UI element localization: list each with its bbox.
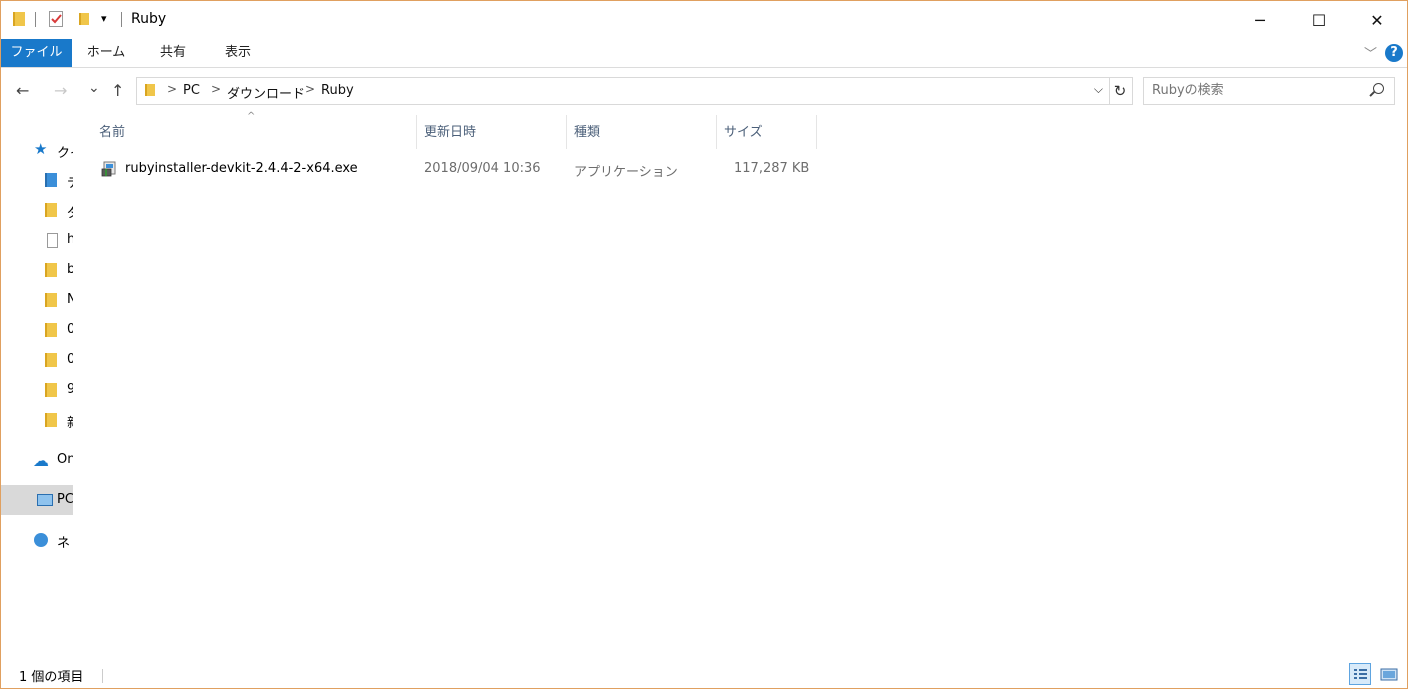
column-divider[interactable]	[566, 115, 567, 149]
search-box[interactable]	[1143, 77, 1395, 105]
column-header-size[interactable]: サイズ	[724, 121, 814, 151]
column-divider[interactable]	[816, 115, 817, 149]
new-folder-icon[interactable]	[79, 13, 89, 25]
cloud-icon: ☁	[33, 451, 49, 470]
nav-label: b	[67, 262, 73, 277]
tab-file[interactable]: ファイル	[1, 39, 72, 67]
window-title: Ruby	[131, 11, 167, 27]
column-header-name[interactable]: 名前	[99, 121, 415, 151]
nav-item-document[interactable]: h	[1, 225, 73, 255]
nav-item-b[interactable]: b	[1, 255, 73, 285]
nav-item-0b[interactable]: 0	[1, 345, 73, 375]
column-divider[interactable]	[416, 115, 417, 149]
address-dropdown-icon[interactable]: ⌵	[1094, 82, 1103, 97]
computer-icon	[37, 494, 53, 506]
expand-ribbon-icon[interactable]: ﹀	[1364, 43, 1377, 62]
status-divider	[102, 669, 103, 683]
nav-item-n[interactable]: N	[1, 285, 73, 315]
nav-pc[interactable]: PC	[1, 485, 73, 515]
folder-icon	[45, 383, 57, 397]
folder-icon	[45, 293, 57, 307]
folder-icon	[13, 12, 25, 26]
toolbar-separator	[35, 12, 36, 27]
search-input[interactable]	[1152, 81, 1362, 99]
desktop-icon	[45, 173, 57, 187]
explorer-window: ▾ Ruby ─ ☐ ✕ ファイル ホーム 共有 表示 ﹀ ? ← → ⌄ ↑ …	[0, 0, 1408, 689]
details-view-icon	[1354, 669, 1367, 679]
star-icon: ★	[34, 140, 48, 158]
search-icon[interactable]	[1373, 83, 1384, 94]
customize-toolbar-dropdown[interactable]: ▾	[101, 12, 107, 25]
breadcrumb-pc[interactable]: PC	[183, 83, 200, 98]
folder-icon	[145, 84, 155, 96]
nav-label: h	[67, 232, 73, 247]
document-icon	[47, 233, 58, 248]
large-icons-view-button[interactable]	[1378, 663, 1400, 685]
column-header-type[interactable]: 種類	[574, 121, 714, 151]
breadcrumb-downloads[interactable]: ダウンロード	[227, 83, 305, 102]
installer-icon	[101, 160, 117, 177]
back-button[interactable]: ←	[16, 81, 29, 100]
nav-label: デ	[67, 172, 73, 191]
nav-label: クイ	[57, 146, 73, 161]
nav-label: On	[57, 452, 73, 467]
large-icons-view-icon	[1380, 668, 1398, 681]
file-name: rubyinstaller-devkit-2.4.4-2-x64.exe	[125, 161, 358, 176]
details-view-button[interactable]	[1349, 663, 1371, 685]
nav-item-9[interactable]: 9	[1, 375, 73, 405]
title-bar: ▾ Ruby ─ ☐ ✕	[1, 1, 1407, 39]
nav-label: N	[67, 292, 73, 307]
nav-onedrive[interactable]: ☁ On	[1, 445, 73, 475]
folder-icon	[45, 323, 57, 337]
nav-item-downloads[interactable]: ダ	[1, 195, 73, 225]
item-count: 1 個の項目	[19, 670, 84, 685]
breadcrumb-ruby[interactable]: Ruby	[321, 83, 354, 98]
up-button[interactable]: ↑	[111, 81, 124, 100]
column-header-modified[interactable]: 更新日時	[424, 121, 564, 151]
tab-view[interactable]: 表示	[211, 39, 265, 67]
folder-icon	[45, 413, 57, 427]
file-list: ^ 名前 更新日時 種類 サイズ rubyinstaller-devkit-2.…	[75, 111, 1405, 658]
recent-locations-button[interactable]: ⌄	[88, 80, 100, 96]
nav-label: 新	[67, 412, 73, 431]
toolbar-separator	[121, 12, 122, 27]
nav-quick-access[interactable]: ★ クイ	[1, 135, 73, 165]
maximize-button[interactable]: ☐	[1290, 1, 1348, 39]
nav-label: 9	[67, 382, 73, 397]
nav-item-desktop[interactable]: デ	[1, 165, 73, 195]
ribbon-tabs: ファイル ホーム 共有 表示 ﹀ ?	[1, 39, 1407, 68]
file-type: アプリケーション	[574, 165, 678, 180]
address-bar[interactable]: > PC > ダウンロード > Ruby ⌵	[136, 77, 1110, 105]
folder-icon	[45, 263, 57, 277]
table-row[interactable]: rubyinstaller-devkit-2.4.4-2-x64.exe 201…	[95, 153, 835, 185]
file-modified: 2018/09/04 10:36	[424, 161, 541, 176]
download-folder-icon	[45, 203, 57, 217]
help-icon[interactable]: ?	[1385, 44, 1403, 62]
status-bar: 1 個の項目	[1, 661, 1407, 688]
tab-share[interactable]: 共有	[146, 39, 200, 67]
breadcrumb-chevron-icon[interactable]: >	[305, 82, 315, 96]
nav-label: ダ	[67, 202, 73, 221]
file-size: 117,287 KB	[734, 161, 810, 176]
nav-label: PC	[57, 492, 73, 507]
column-divider[interactable]	[716, 115, 717, 149]
nav-network[interactable]: ネ	[1, 525, 73, 555]
nav-label: 0	[67, 352, 73, 367]
nav-label: ネ	[57, 536, 71, 551]
nav-item-new[interactable]: 新	[1, 405, 73, 435]
nav-label: 0	[67, 322, 73, 337]
minimize-button[interactable]: ─	[1231, 1, 1289, 39]
tab-home[interactable]: ホーム	[79, 39, 133, 67]
network-icon	[34, 533, 48, 547]
folder-icon	[45, 353, 57, 367]
nav-item-0a[interactable]: 0	[1, 315, 73, 345]
breadcrumb-chevron-icon[interactable]: >	[167, 82, 177, 96]
navigation-pane: ★ クイ デ ダ h b N 0 0	[1, 113, 73, 658]
properties-icon[interactable]	[49, 11, 63, 27]
close-button[interactable]: ✕	[1348, 1, 1406, 39]
forward-button[interactable]: →	[54, 81, 67, 100]
refresh-button[interactable]: ↻	[1108, 77, 1133, 105]
breadcrumb-chevron-icon[interactable]: >	[211, 82, 221, 96]
